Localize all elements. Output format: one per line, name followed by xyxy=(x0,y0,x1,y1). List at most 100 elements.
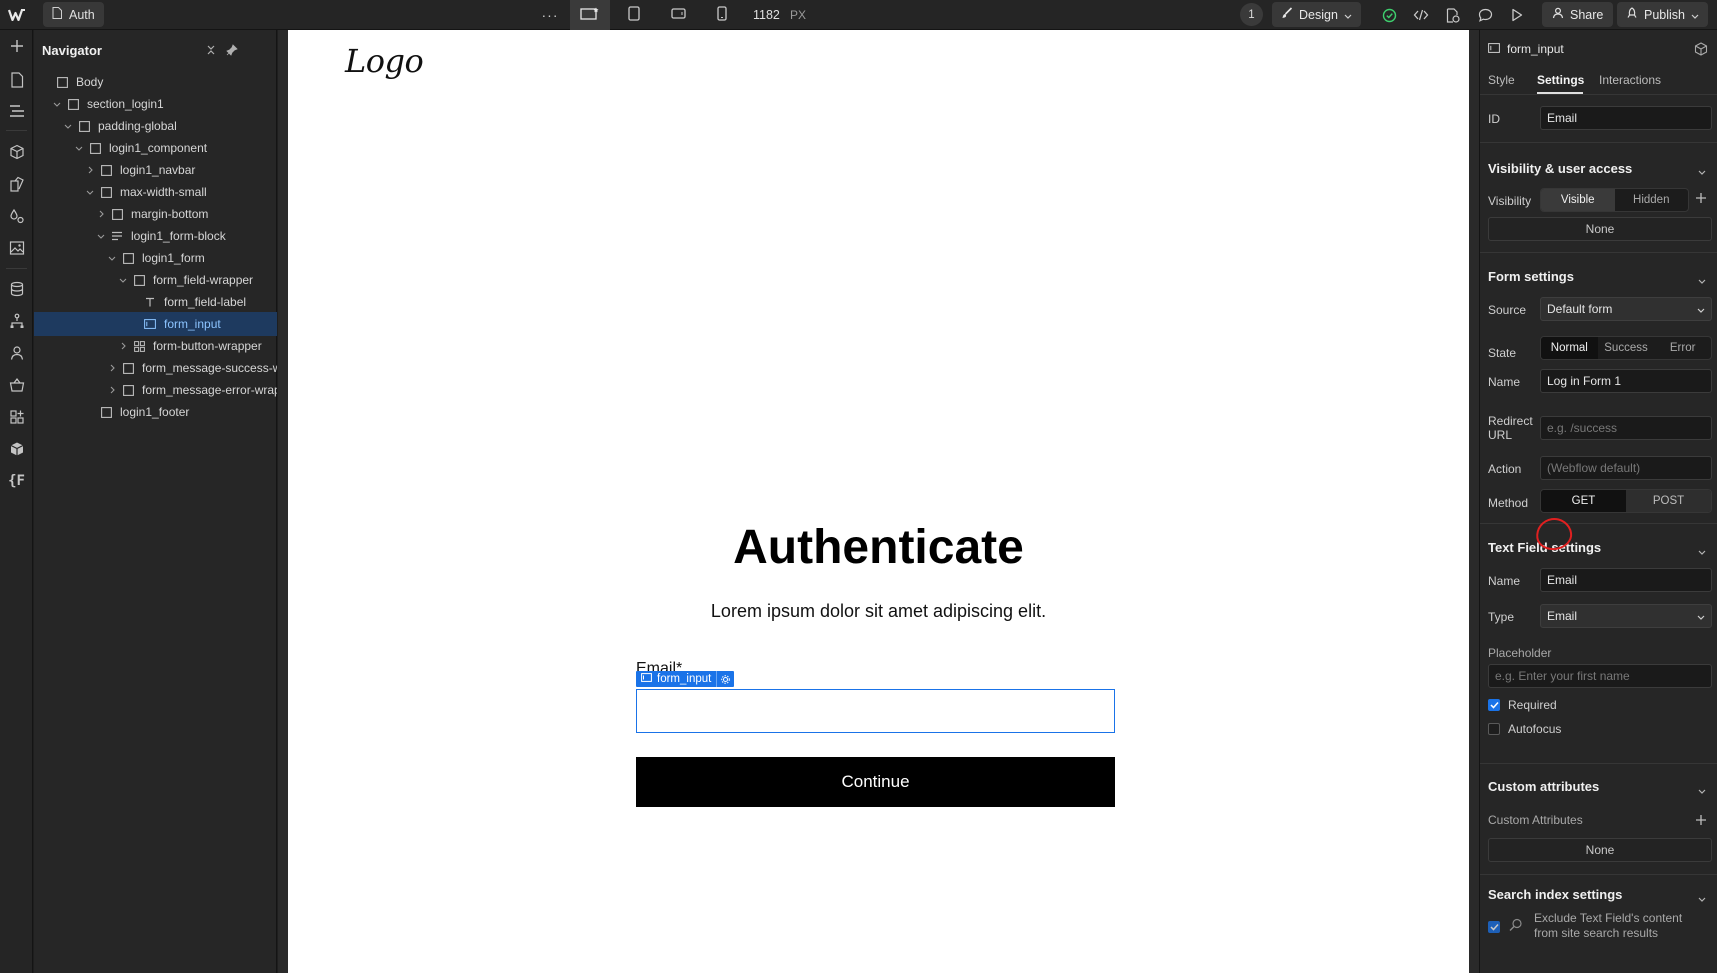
export-page-icon[interactable] xyxy=(1440,0,1466,30)
navigator-item-login1-footer[interactable]: login1_footer xyxy=(34,400,277,424)
method-post-option[interactable]: POST xyxy=(1626,490,1711,512)
component-cube-icon[interactable] xyxy=(1694,42,1708,59)
canvas-width-value[interactable]: 1182 xyxy=(753,0,780,30)
add-elements-icon[interactable] xyxy=(0,32,33,60)
app-cube-icon[interactable] xyxy=(0,435,33,463)
navigator-item-form-field-label[interactable]: form_field-label xyxy=(34,290,277,314)
chevron-down-icon[interactable] xyxy=(1698,164,1706,178)
chevron-down-icon[interactable] xyxy=(1698,273,1706,287)
chevron-down-icon[interactable] xyxy=(95,230,107,242)
navigator-item-login1-component[interactable]: login1_component xyxy=(34,136,277,160)
assets-image-icon[interactable] xyxy=(0,234,33,262)
chevron-right-icon[interactable] xyxy=(84,164,96,176)
navigator-item-max-width-small[interactable]: max-width-small xyxy=(34,180,277,204)
visibility-hidden-option[interactable]: Hidden xyxy=(1615,189,1689,211)
form-name-input[interactable]: Log in Form 1 xyxy=(1540,369,1712,393)
email-input[interactable] xyxy=(636,689,1115,733)
tab-interactions[interactable]: Interactions xyxy=(1599,73,1661,87)
autofocus-checkbox[interactable] xyxy=(1488,723,1500,735)
publish-button[interactable]: Publish xyxy=(1617,2,1708,27)
custom-attributes-none[interactable]: None xyxy=(1488,838,1712,862)
navigator-item-form-message-success-wr[interactable]: form_message-success-wr xyxy=(34,356,277,380)
apps-grid-icon[interactable] xyxy=(0,403,33,431)
code-icon[interactable] xyxy=(1408,0,1434,30)
chevron-down-icon[interactable] xyxy=(117,274,129,286)
page-selector[interactable]: Auth xyxy=(43,2,104,27)
cms-database-icon[interactable] xyxy=(0,275,33,303)
navigator-item-form-input[interactable]: form_input xyxy=(34,312,277,336)
continue-button[interactable]: Continue xyxy=(636,757,1115,807)
visibility-conditions-none[interactable]: None xyxy=(1488,217,1712,241)
form-settings-section-title[interactable]: Form settings xyxy=(1488,269,1574,284)
navigator-item-form-button-wrapper[interactable]: form-button-wrapper xyxy=(34,334,277,358)
state-error-option[interactable]: Error xyxy=(1654,337,1711,359)
input-type-select[interactable]: Email xyxy=(1540,604,1712,628)
search-index-section-title[interactable]: Search index settings xyxy=(1488,887,1622,902)
required-checkbox[interactable] xyxy=(1488,699,1500,711)
finsweet-attributes-icon[interactable]: {F xyxy=(0,467,33,495)
chevron-down-icon[interactable] xyxy=(73,142,85,154)
autofocus-checkbox-row[interactable]: Autofocus xyxy=(1488,722,1561,736)
navigator-item-form-message-error-wrapp[interactable]: form_message-error-wrapp xyxy=(34,378,277,402)
navigator-item-login1-form-block[interactable]: login1_form-block xyxy=(34,224,277,248)
design-canvas[interactable]: Logo Authenticate Lorem ipsum dolor sit … xyxy=(288,30,1469,973)
tab-style[interactable]: Style xyxy=(1488,73,1515,87)
chevron-down-icon[interactable] xyxy=(84,186,96,198)
breakpoint-portrait-button[interactable] xyxy=(702,0,742,30)
comments-icon[interactable] xyxy=(1472,0,1498,30)
chevron-down-icon[interactable] xyxy=(106,252,118,264)
placeholder-input[interactable]: e.g. Enter your first name xyxy=(1488,664,1712,688)
variables-drops-icon[interactable] xyxy=(0,202,33,230)
logo[interactable]: Logo xyxy=(345,42,424,80)
navigator-item-login1-form[interactable]: login1_form xyxy=(34,246,277,270)
tab-settings[interactable]: Settings xyxy=(1537,73,1584,87)
ecommerce-basket-icon[interactable] xyxy=(0,371,33,399)
navigator-icon[interactable] xyxy=(0,97,33,125)
required-checkbox-row[interactable]: Required xyxy=(1488,698,1557,712)
style-selectors-icon[interactable] xyxy=(0,170,33,198)
design-mode-button[interactable]: Design xyxy=(1272,2,1361,27)
chevron-down-icon[interactable] xyxy=(62,120,74,132)
id-input[interactable]: Email xyxy=(1540,106,1712,130)
state-normal-option[interactable]: Normal xyxy=(1541,337,1598,359)
page-heading[interactable]: Authenticate xyxy=(288,520,1469,575)
breakpoint-desktop-button[interactable] xyxy=(570,0,610,30)
chevron-down-icon[interactable] xyxy=(51,98,63,110)
site-health-check-icon[interactable] xyxy=(1376,0,1402,30)
webflow-logo-icon[interactable] xyxy=(0,0,34,30)
exclude-search-check[interactable] xyxy=(1488,921,1500,933)
collaborator-count-badge[interactable]: 1 xyxy=(1240,3,1263,26)
more-options-button[interactable]: ··· xyxy=(539,0,561,30)
page-subheading[interactable]: Lorem ipsum dolor sit amet adipiscing el… xyxy=(288,601,1469,622)
navigator-item-margin-bottom[interactable]: margin-bottom xyxy=(34,202,277,226)
navigator-item-form-field-wrapper[interactable]: form_field-wrapper xyxy=(34,268,277,292)
selected-element-tag[interactable]: form_input xyxy=(636,671,735,687)
navigator-item-body[interactable]: Body xyxy=(34,70,277,94)
preview-play-icon[interactable] xyxy=(1504,0,1530,30)
pages-icon[interactable] xyxy=(0,66,33,94)
chevron-down-icon[interactable] xyxy=(1698,783,1706,797)
custom-attributes-section-title[interactable]: Custom attributes xyxy=(1488,779,1599,794)
users-person-icon[interactable] xyxy=(0,339,33,367)
breakpoint-landscape-button[interactable] xyxy=(658,0,698,30)
components-cube-icon[interactable] xyxy=(0,138,33,166)
text-field-name-input[interactable]: Email xyxy=(1540,568,1712,592)
visibility-section-title[interactable]: Visibility & user access xyxy=(1488,161,1632,176)
navigator-item-login1-navbar[interactable]: login1_navbar xyxy=(34,158,277,182)
logic-flow-icon[interactable] xyxy=(0,307,33,335)
breakpoint-tablet-button[interactable] xyxy=(614,0,654,30)
chevron-down-icon[interactable] xyxy=(1698,891,1706,905)
text-field-settings-title[interactable]: Text Field settings xyxy=(1488,540,1601,555)
chevron-right-icon[interactable] xyxy=(106,362,118,374)
chevron-right-icon[interactable] xyxy=(95,208,107,220)
collapse-all-icon[interactable] xyxy=(202,41,220,59)
add-attribute-plus-icon[interactable] xyxy=(1694,813,1708,830)
form-source-select[interactable]: Default form xyxy=(1540,297,1712,321)
redirect-url-input[interactable]: e.g. /success xyxy=(1540,416,1712,440)
share-button[interactable]: Share xyxy=(1542,2,1614,27)
exclude-search-checkbox[interactable] xyxy=(1488,920,1500,934)
pin-panel-icon[interactable] xyxy=(223,41,241,59)
chevron-down-icon[interactable] xyxy=(1698,544,1706,558)
action-input[interactable]: (Webflow default) xyxy=(1540,456,1712,480)
state-success-option[interactable]: Success xyxy=(1598,337,1655,359)
